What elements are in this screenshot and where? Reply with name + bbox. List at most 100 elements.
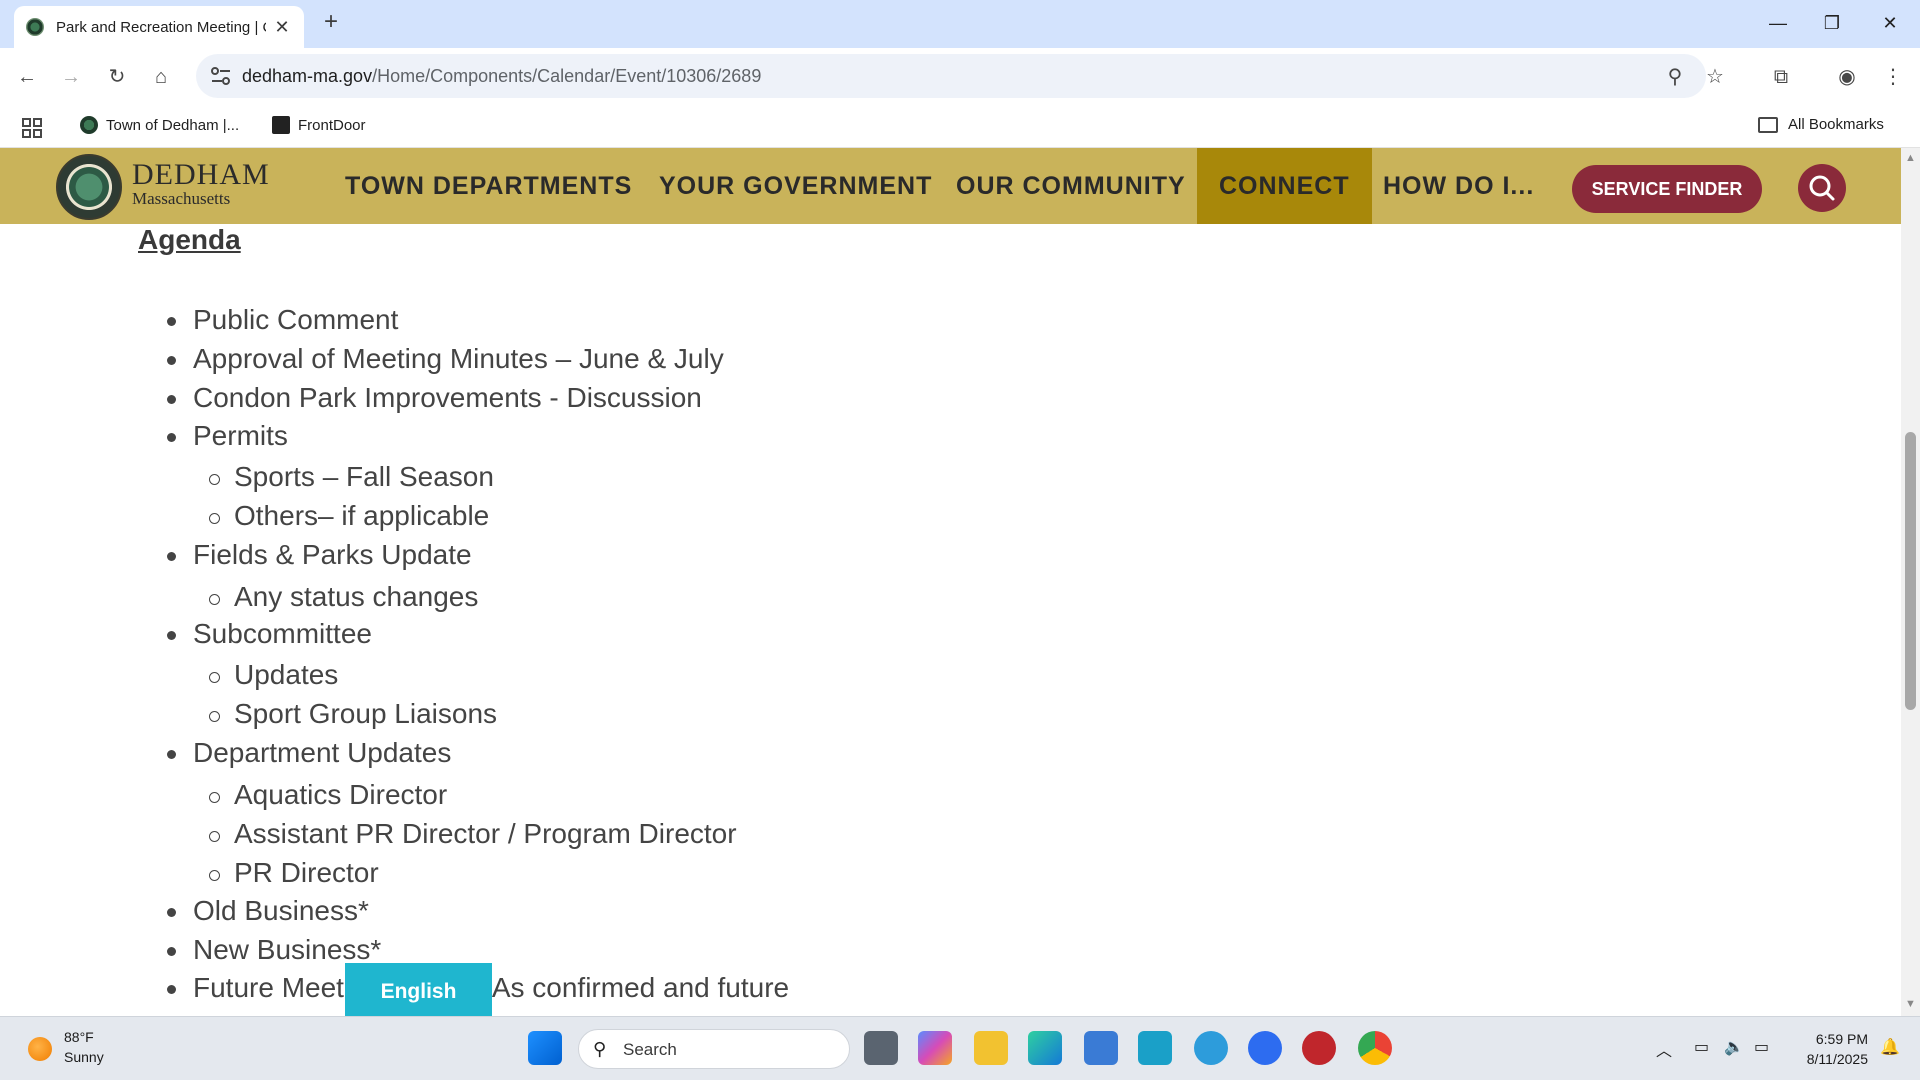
nav-our-community[interactable]: OUR COMMUNITY: [956, 148, 1186, 224]
bullet-circle-icon: [209, 870, 220, 881]
scroll-down-arrow-icon[interactable]: ▼: [1904, 998, 1917, 1011]
service-finder-button[interactable]: SERVICE FINDER: [1572, 165, 1762, 213]
sun-weather-icon[interactable]: [28, 1037, 52, 1061]
agenda-item-text: Fields & Parks Update: [193, 539, 472, 570]
agenda-item-text: Sports – Fall Season: [234, 461, 494, 492]
notifications-bell-icon[interactable]: 🔔: [1880, 1037, 1900, 1057]
windows-taskbar: 88°F Sunny ⚲ Search ︿ ▭ 🔈 ▭ 6:59 PM 8/11…: [0, 1016, 1920, 1080]
weather-condition[interactable]: Sunny: [64, 1049, 104, 1065]
agenda-item: Old Business*: [167, 895, 369, 927]
bookmark-star-icon[interactable]: ☆: [1702, 64, 1728, 90]
bookmarks-bar: Town of Dedham |... FrontDoor All Bookma…: [0, 108, 1920, 148]
system-clock[interactable]: 6:59 PM 8/11/2025: [1807, 1029, 1868, 1069]
myhp-icon[interactable]: [1138, 1031, 1172, 1065]
language-selector-button[interactable]: English: [345, 963, 492, 1020]
agenda-item: Permits: [167, 420, 288, 452]
bookmark-frontdoor[interactable]: FrontDoor: [272, 116, 366, 134]
site-search-button[interactable]: [1798, 164, 1846, 212]
bullet-disc-icon: [167, 433, 176, 442]
agenda-item-text: Others– if applicable: [234, 500, 490, 531]
restore-icon[interactable]: ❐: [1812, 8, 1852, 38]
town-seal-icon: [80, 116, 98, 134]
url-path: /Home/Components/Calendar/Event/10306/26…: [372, 66, 762, 86]
page-scrollbar[interactable]: ▲ ▼: [1901, 148, 1920, 1016]
red-app-icon[interactable]: [1302, 1031, 1336, 1065]
url-text[interactable]: dedham-ma.gov/Home/Components/Calendar/E…: [242, 66, 761, 87]
window-close-icon[interactable]: ✕: [1870, 8, 1910, 38]
bullet-disc-icon: [167, 985, 176, 994]
forward-arrow-icon[interactable]: →: [56, 62, 86, 92]
agenda-item-text: Updates: [234, 659, 339, 690]
site-header: DEDHAM Massachusetts TOWN DEPARTMENTS YO…: [0, 148, 1901, 224]
scroll-up-arrow-icon[interactable]: ▲: [1904, 152, 1917, 165]
site-info-tune-icon[interactable]: [210, 66, 232, 86]
nav-connect[interactable]: CONNECT: [1197, 148, 1372, 224]
logo-state: Massachusetts: [132, 189, 231, 208]
tab-search-icon[interactable]: ⧉: [1766, 62, 1796, 92]
browser-tab-active[interactable]: Park and Recreation Meeting | C ✕: [14, 6, 304, 48]
bookmark-label: Town of Dedham |...: [106, 116, 240, 134]
minimize-icon[interactable]: —: [1758, 8, 1798, 38]
edge-browser-icon[interactable]: [1028, 1031, 1062, 1065]
agenda-subitem: Updates: [209, 659, 339, 691]
clock-time: 6:59 PM: [1815, 1031, 1868, 1047]
agenda-item-text: Subcommittee: [193, 618, 372, 649]
profile-avatar-icon[interactable]: ◉: [1832, 62, 1862, 92]
all-bookmarks-label: All Bookmarks: [1788, 116, 1884, 133]
zoom-magnifier-icon[interactable]: ⚲: [1662, 64, 1688, 90]
bookmark-town-of-dedham[interactable]: Town of Dedham |...: [80, 116, 239, 134]
agenda-item: Approval of Meeting Minutes – June & Jul…: [167, 343, 724, 375]
file-explorer-icon[interactable]: [974, 1031, 1008, 1065]
agenda-item-text: Condon Park Improvements - Discussion: [193, 382, 702, 413]
battery-icon[interactable]: ▭: [1754, 1037, 1769, 1057]
nav-your-government[interactable]: YOUR GOVERNMENT: [659, 148, 932, 224]
browser-toolbar: ← → ↻ ⌂ dedham-ma.gov/Home/Components/Ca…: [0, 48, 1920, 108]
site-logo-text[interactable]: DEDHAM Massachusetts: [132, 160, 270, 208]
apps-grid-icon[interactable]: [22, 118, 42, 138]
address-bar[interactable]: dedham-ma.gov/Home/Components/Calendar/E…: [196, 54, 1724, 98]
microsoft-store-icon[interactable]: [1084, 1031, 1118, 1065]
network-icon[interactable]: ▭: [1694, 1037, 1709, 1057]
agenda-item: Fields & Parks Update: [167, 539, 472, 571]
search-icon: ⚲: [593, 1039, 607, 1059]
task-view-icon[interactable]: [864, 1031, 898, 1065]
new-tab-plus-icon[interactable]: +: [318, 10, 344, 36]
zoom-app-icon[interactable]: [1248, 1031, 1282, 1065]
volume-icon[interactable]: 🔈: [1724, 1037, 1744, 1057]
reload-icon[interactable]: ↻: [102, 62, 132, 92]
agenda-subitem: Sports – Fall Season: [209, 461, 494, 493]
bullet-circle-icon: [209, 513, 220, 524]
nav-town-departments[interactable]: TOWN DEPARTMENTS: [345, 148, 632, 224]
agenda-item-text: Aquatics Director: [234, 779, 448, 810]
chrome-menu-icon[interactable]: ⋮: [1878, 62, 1908, 92]
bullet-circle-icon: [209, 792, 220, 803]
logo-town: DEDHAM: [132, 158, 270, 191]
show-hidden-icons-chevron-icon[interactable]: ︿: [1656, 1037, 1672, 1061]
copilot-icon[interactable]: [918, 1031, 952, 1065]
agenda-item-text: Sport Group Liaisons: [234, 698, 498, 729]
agenda-item-text: PR Director: [234, 857, 379, 888]
event-content: Agenda Public Comment Approval of Meeting…: [0, 224, 1901, 1016]
bullet-disc-icon: [167, 395, 176, 404]
nav-how-do-i[interactable]: HOW DO I...: [1383, 148, 1534, 224]
agenda-item-text: Approval of Meeting Minutes – June & Jul…: [193, 343, 724, 374]
agenda-item: Department Updates: [167, 737, 451, 769]
all-bookmarks-button[interactable]: All Bookmarks: [1758, 116, 1884, 133]
bullet-disc-icon: [167, 317, 176, 326]
taskbar-search-box[interactable]: ⚲ Search: [578, 1029, 850, 1069]
chrome-taskbar-icon[interactable]: [1358, 1031, 1392, 1065]
scrollbar-thumb[interactable]: [1905, 432, 1916, 710]
windows-start-icon[interactable]: [528, 1031, 562, 1065]
bullet-circle-icon: [209, 474, 220, 485]
close-tab-icon[interactable]: ✕: [272, 17, 292, 38]
bullet-disc-icon: [167, 356, 176, 365]
dedham-seal-logo[interactable]: [56, 154, 122, 220]
back-arrow-icon[interactable]: ←: [12, 62, 42, 92]
agenda-item-text: Any status changes: [234, 581, 479, 612]
weather-temperature[interactable]: 88°F: [64, 1029, 94, 1045]
search-icon: [1809, 175, 1835, 201]
agenda-subitem: Sport Group Liaisons: [209, 698, 498, 730]
home-icon[interactable]: ⌂: [146, 62, 176, 92]
bullet-disc-icon: [167, 552, 176, 561]
help-icon[interactable]: [1194, 1031, 1228, 1065]
